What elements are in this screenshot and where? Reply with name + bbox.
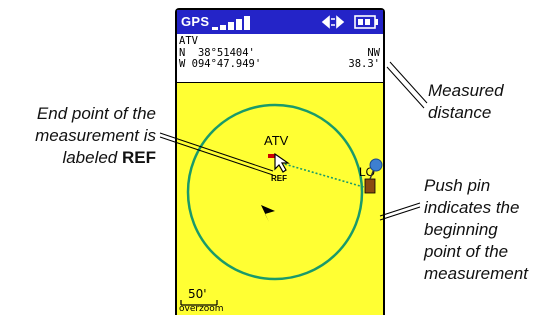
push-pin-callout: Push pin indicates the beginning point o…: [424, 175, 528, 285]
ref-callout-line2: measurement is: [35, 126, 156, 145]
distance-callout-line2: distance: [428, 103, 492, 122]
ref-callout-line3-bold: REF: [122, 148, 156, 167]
push-pin-callout-line3: beginning: [424, 220, 498, 239]
push-pin-callout-line2: indicates the: [424, 198, 520, 217]
ref-callout-line1: End point of the: [36, 104, 156, 123]
distance-callout: Measured distance: [428, 80, 504, 124]
ref-callout: End point of the measurement is labeled …: [8, 103, 156, 169]
push-pin-callout-line1: Push pin: [424, 176, 491, 195]
distance-callout-line1: Measured: [428, 81, 504, 100]
push-pin-callout-line5: measurement: [424, 264, 528, 283]
push-pin-callout-line4: point of the: [424, 242, 509, 261]
ref-callout-line3-prefix: labeled: [62, 148, 122, 167]
